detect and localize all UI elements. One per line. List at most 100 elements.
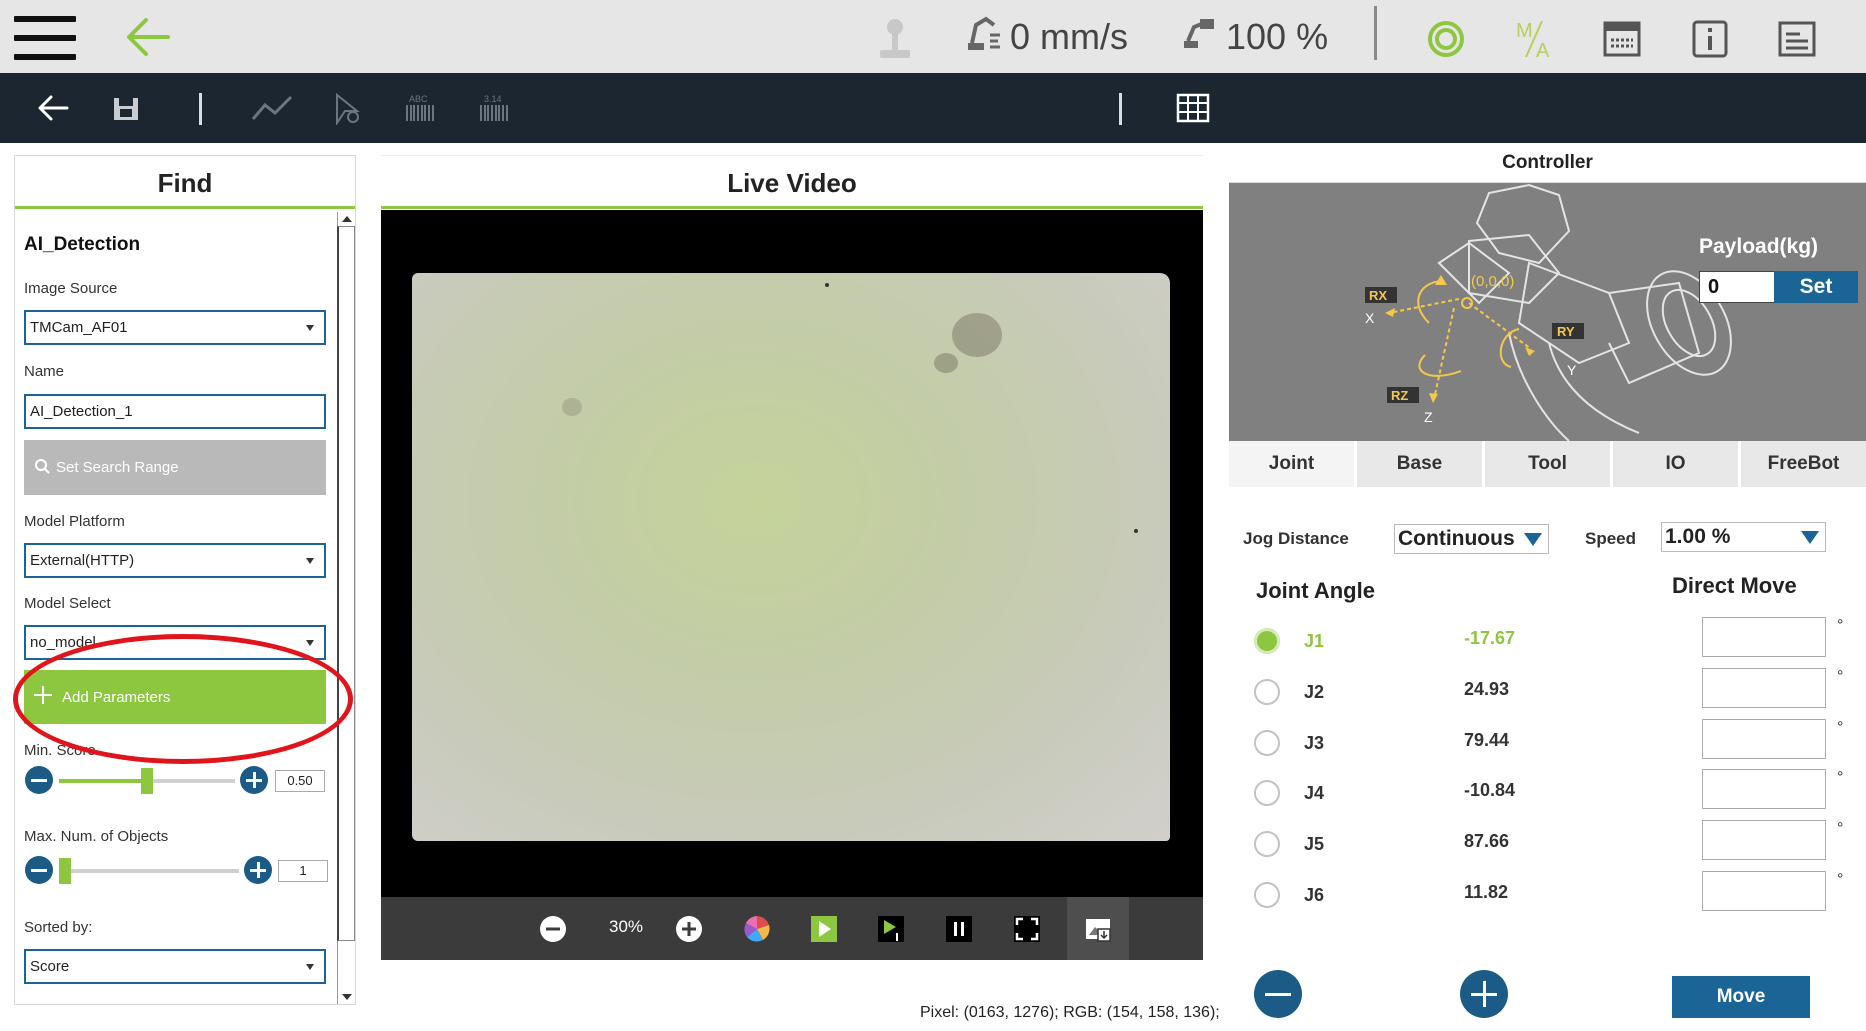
speed-percent-value: 100 % [1226, 16, 1329, 57]
tab-io[interactable]: IO [1613, 441, 1741, 487]
fullscreen-icon[interactable] [1010, 912, 1044, 946]
model-platform-select[interactable]: External(HTTP) [24, 543, 326, 578]
add-parameters-label: Add Parameters [62, 688, 171, 706]
keyboard-icon[interactable] [1597, 14, 1647, 64]
save-image-icon[interactable] [1067, 897, 1129, 960]
zoom-level: 30% [608, 917, 644, 936]
min-score-increase-button[interactable] [240, 766, 268, 794]
scroll-up-icon[interactable] [342, 216, 352, 222]
tab-joint[interactable]: Joint [1229, 441, 1357, 487]
rz-label: RZ [1391, 388, 1408, 403]
joint-radio[interactable] [1254, 882, 1280, 908]
joint-radio[interactable] [1254, 780, 1280, 806]
info-icon[interactable] [1685, 14, 1735, 64]
joint-radio[interactable] [1254, 628, 1280, 654]
ocr-icon[interactable]: 3.14 [472, 87, 516, 129]
min-score-value[interactable]: 0.50 [275, 770, 325, 792]
controller-panel: Controller RX X RY Y RZ Z (0,0,0) Payloa… [1229, 143, 1866, 1031]
point-icon[interactable] [326, 87, 370, 129]
slider-thumb[interactable] [59, 858, 71, 884]
barcode-text: ABC [409, 94, 428, 104]
speed-percent-status: 100 % [1180, 12, 1328, 62]
joint-value: -10.84 [1464, 780, 1516, 800]
find-scrollbar[interactable] [337, 212, 355, 1004]
joint-row-j6[interactable]: J6 11.82 ° [1254, 871, 1854, 917]
tab-freebot[interactable]: FreeBot [1741, 441, 1866, 487]
tab-tool[interactable]: Tool [1485, 441, 1613, 487]
sorted-by-select[interactable]: Score [24, 949, 326, 984]
step-play-icon[interactable] [874, 912, 908, 946]
chart-icon[interactable] [250, 87, 294, 129]
chevron-down-icon [306, 964, 314, 970]
top-divider [1374, 6, 1377, 60]
jog-distance-select[interactable]: Continuous [1394, 524, 1549, 554]
name-input[interactable]: AI_Detection_1 [24, 394, 326, 429]
play-icon[interactable] [807, 912, 841, 946]
y-label: Y [1567, 362, 1577, 378]
joint-row-j3[interactable]: J3 79.44 ° [1254, 719, 1854, 765]
min-score-decrease-button[interactable] [25, 766, 53, 794]
direct-move-input[interactable] [1702, 617, 1826, 657]
max-objects-increase-button[interactable] [244, 856, 272, 884]
status-ring-icon[interactable] [1421, 14, 1471, 64]
menu-icon[interactable] [14, 16, 76, 60]
max-objects-label: Max. Num. of Objects [24, 828, 169, 845]
set-search-range-button[interactable]: Set Search Range [24, 440, 326, 495]
scroll-down-icon[interactable] [342, 994, 352, 1000]
joint-radio[interactable] [1254, 730, 1280, 756]
joint-name: J1 [1304, 631, 1325, 651]
ma-label-a: A [1536, 40, 1550, 61]
joint-radio[interactable] [1254, 679, 1280, 705]
min-score-slider[interactable] [59, 768, 235, 794]
slider-thumb[interactable] [141, 768, 153, 794]
zoom-out-icon[interactable] [536, 912, 570, 946]
table-icon[interactable] [1171, 87, 1215, 129]
move-button[interactable]: Move [1672, 976, 1810, 1018]
jog-minus-button[interactable] [1254, 970, 1302, 1018]
joint-row-j5[interactable]: J5 87.66 ° [1254, 820, 1854, 866]
robot-arm-illustration: RX X RY Y RZ Z (0,0,0) [1365, 183, 1732, 441]
min-score-label: Min. Score [24, 742, 96, 759]
joint-row-j2[interactable]: J2 24.93 ° [1254, 668, 1854, 714]
joint-row-j1[interactable]: J1 -17.67 ° [1254, 617, 1854, 663]
degree-symbol: ° [1837, 769, 1844, 786]
manual-auto-icon[interactable]: MA [1509, 14, 1559, 64]
save-icon[interactable] [104, 87, 148, 129]
zoom-in-icon[interactable] [672, 912, 706, 946]
barcode-icon[interactable]: ABC [398, 87, 442, 129]
speed-select[interactable]: 1.00 % [1661, 522, 1826, 552]
video-viewport[interactable] [381, 210, 1203, 897]
log-icon[interactable] [1772, 14, 1822, 64]
scroll-thumb[interactable] [337, 226, 355, 941]
tab-base[interactable]: Base [1357, 441, 1485, 487]
find-title: Find [15, 156, 355, 209]
plus-icon [32, 684, 54, 710]
toolbar-separator [1119, 93, 1122, 125]
direct-move-input[interactable] [1702, 668, 1826, 708]
max-objects-value[interactable]: 1 [278, 860, 328, 882]
max-objects-slider[interactable] [59, 858, 239, 884]
direct-move-input[interactable] [1702, 769, 1826, 809]
find-content: AI_Detection Image Source TMCam_AF01 Nam… [15, 212, 355, 1004]
joint-angle-heading: Joint Angle [1256, 578, 1375, 603]
jog-plus-button[interactable] [1460, 970, 1508, 1018]
payload-set-button[interactable]: Set [1774, 271, 1858, 303]
direct-move-input[interactable] [1702, 820, 1826, 860]
add-parameters-button[interactable]: Add Parameters [24, 670, 326, 724]
joint-row-j4[interactable]: J4 -10.84 ° [1254, 769, 1854, 815]
image-source-select[interactable]: TMCam_AF01 [24, 310, 326, 345]
joint-radio[interactable] [1254, 831, 1280, 857]
model-select-dropdown[interactable]: no_model [24, 625, 326, 660]
pause-icon[interactable] [942, 912, 976, 946]
back-arrow-icon[interactable] [124, 14, 172, 60]
joint-name: J5 [1304, 834, 1325, 854]
pixel-info: Pixel: (0163, 1276); RGB: (154, 158, 136… [920, 1004, 1220, 1021]
joint-value: 11.82 [1464, 882, 1509, 902]
direct-move-input[interactable] [1702, 871, 1826, 911]
direct-move-input[interactable] [1702, 719, 1826, 759]
color-wheel-icon[interactable] [740, 912, 774, 946]
max-objects-decrease-button[interactable] [25, 856, 53, 884]
slider-track[interactable] [59, 869, 239, 873]
back-icon[interactable] [31, 87, 75, 129]
search-icon [34, 458, 50, 478]
